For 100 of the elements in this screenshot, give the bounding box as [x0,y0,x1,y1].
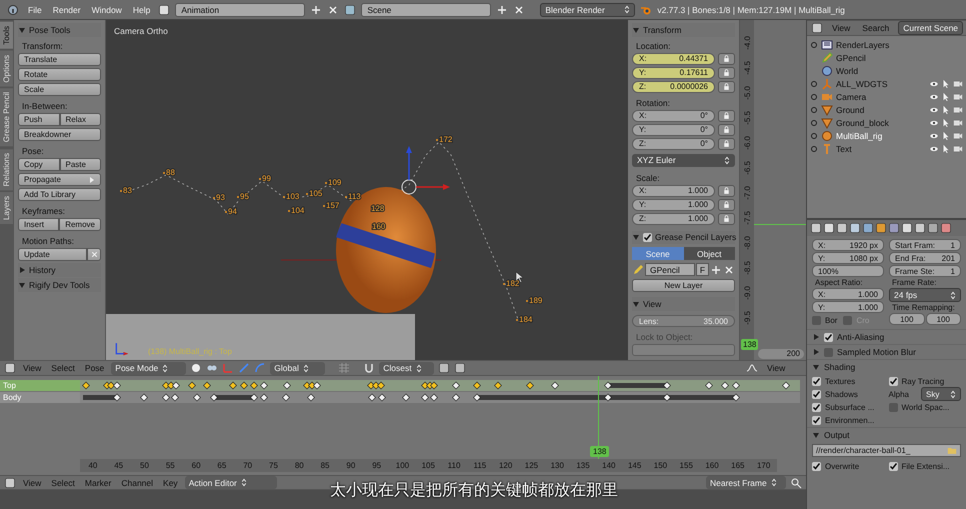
lock-button[interactable] [718,80,735,93]
panel-header[interactable]: Rigify Dev Tools [18,278,101,292]
output-path-field[interactable]: //render/character-ball-01_ [812,444,961,457]
expand-icon[interactable] [810,132,818,140]
layer-field[interactable]: GPencil [645,263,695,276]
menu-item[interactable]: Pose [82,363,108,373]
info-icon[interactable] [6,4,20,16]
outliner-item[interactable]: Ground [836,104,864,114]
lock-button[interactable] [718,138,735,150]
transform-gizmo[interactable] [402,146,450,194]
checkbox[interactable] [812,316,821,324]
lock-button[interactable] [718,66,735,79]
menu-item[interactable]: Render [50,4,84,14]
menu-item[interactable]: Select [48,363,78,373]
menu-item[interactable]: View [20,478,44,488]
editor-mode-dropdown[interactable]: Action Editor [184,476,277,489]
properties-tab-icon[interactable] [940,222,952,234]
menu-item[interactable]: View [764,363,788,373]
panel-header[interactable]: Pose Tools [18,23,101,37]
tool-button[interactable]: Update [18,248,87,261]
expand-icon[interactable] [810,106,818,114]
checkbox[interactable] [888,402,898,412]
snap-dropdown[interactable]: Closest [379,362,434,374]
graph-editor-icon[interactable] [746,362,758,374]
panel-header[interactable]: Transform [632,23,735,37]
tool-button[interactable]: Paste [60,158,101,171]
expand-icon[interactable] [810,80,818,88]
scene-field[interactable]: Scene [361,2,492,16]
properties-tab-icon[interactable] [823,222,835,234]
aspect-field[interactable]: Y: 1.000 [812,301,884,313]
menu-item[interactable]: Search [859,23,892,33]
outliner-item[interactable]: RenderLayers [836,40,890,50]
layout-icon[interactable] [158,4,170,16]
tool-button[interactable]: Breakdowner [18,128,101,141]
properties-tab-icon[interactable] [901,222,913,234]
close-icon[interactable] [513,4,526,16]
rotation-mode-dropdown[interactable]: XYZ Euler [632,154,735,167]
new-layer-button[interactable]: New Layer [632,279,735,292]
magnet-icon[interactable] [363,362,376,374]
render-engine-dropdown[interactable]: Blender Render [540,2,636,16]
tool-button[interactable]: Rotate [18,68,101,81]
disclosure-icon[interactable] [18,26,26,34]
render-layers-icon[interactable] [821,38,833,50]
globe-icon[interactable] [821,64,833,76]
resolution-field[interactable]: X: 1920 px [812,239,884,251]
properties-tab-icon[interactable] [875,222,887,234]
triangle-mesh-icon[interactable] [821,104,833,116]
panel-header[interactable]: Sampled Motion Blur [807,344,966,359]
outliner-item[interactable]: World [836,66,858,76]
outliner-item[interactable]: GPencil [836,52,866,62]
expand-icon[interactable] [810,92,818,100]
lock-button[interactable] [718,52,735,65]
properties-tab-icon[interactable] [849,222,861,234]
side-tab[interactable]: Options [0,50,13,86]
panel-header[interactable]: Shading [807,359,966,374]
editor-type-icon[interactable] [4,362,16,374]
lock-button[interactable] [718,212,735,225]
flag-toggle[interactable]: F [696,263,709,276]
menu-item[interactable]: Key [160,478,181,488]
triangle-mesh-icon[interactable] [821,116,833,128]
remove-icon[interactable] [723,264,735,276]
remap-field[interactable]: 100 [889,313,924,325]
disclosure-icon[interactable] [18,281,26,289]
menu-item[interactable]: Window [88,4,125,14]
expand-icon[interactable] [810,144,818,152]
side-tab[interactable]: Tools [0,22,13,49]
channel-row[interactable]: Body [0,392,80,403]
lock-button[interactable] [718,124,735,136]
tool-button[interactable]: Translate [18,53,101,66]
number-field[interactable]: X: 1.000 [632,184,715,197]
menu-item[interactable]: Help [130,4,154,14]
menu-item[interactable]: File [25,4,45,14]
disclosure-icon[interactable] [18,266,26,274]
object-field[interactable] [632,344,735,356]
checkbox[interactable] [824,348,833,356]
properties-tab-icon[interactable] [836,222,848,234]
number-field[interactable]: X: 0.44371 [632,52,715,65]
outliner-icon[interactable] [811,22,823,34]
menu-item[interactable]: View [829,23,854,33]
frame-range-field[interactable]: Frame Ste: 1 [889,265,961,277]
mode-dropdown[interactable]: Pose Mode [111,362,186,374]
menu-item[interactable]: Marker [82,478,114,488]
disclosure-icon[interactable] [812,363,820,371]
keyframe-drawing[interactable] [80,380,800,404]
resolution-field[interactable]: Y: 1080 px [812,252,884,264]
properties-tab-icon[interactable] [927,222,939,234]
tool-button[interactable]: Insert [18,218,60,231]
armature-icon[interactable] [821,130,833,142]
expand-icon[interactable] [810,40,818,48]
tool-button[interactable]: Push [18,113,60,126]
panel-header[interactable]: Grease Pencil Layers [632,230,735,244]
panel-header[interactable]: Anti-Aliasing [807,329,966,344]
number-field[interactable]: Z: 0° [632,138,715,150]
menu-item[interactable]: View [20,363,44,373]
remap-field[interactable]: 100 [926,313,961,325]
panel-header[interactable]: Output [807,427,966,442]
disclosure-icon[interactable] [812,431,820,439]
checkbox[interactable] [888,376,898,386]
properties-tab-icon[interactable] [888,222,900,234]
tool-button[interactable]: Add To Library [18,188,101,201]
